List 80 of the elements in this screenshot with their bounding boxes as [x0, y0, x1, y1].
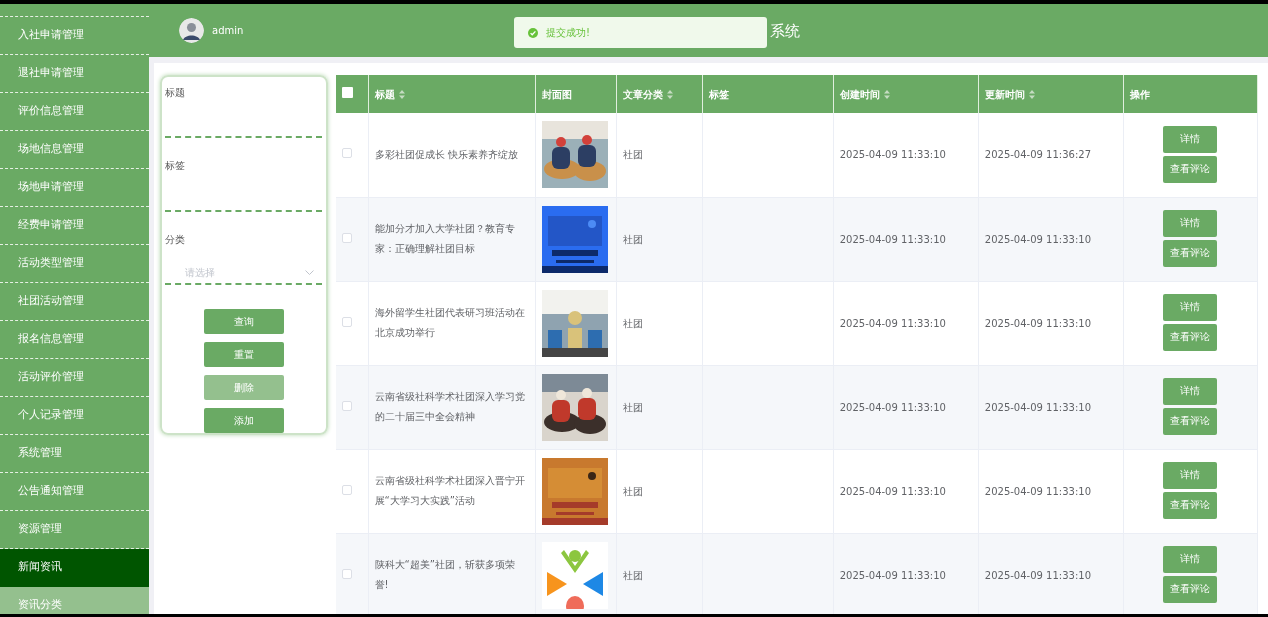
detail-button[interactable]: 详情: [1163, 462, 1218, 489]
article-title: 云南省级社科学术社团深入学习党的二十届三中全会精神: [374, 390, 526, 424]
sidebar-item[interactable]: 公告通知管理: [0, 473, 149, 511]
column-header[interactable]: 标签: [708, 88, 729, 100]
article-title: 能加分才加入大学社团？教育专家：正确理解社团目标: [374, 222, 516, 256]
sort-icon[interactable]: [1028, 90, 1035, 99]
column-header[interactable]: 操作: [1129, 88, 1150, 100]
row-checkbox[interactable]: [342, 400, 352, 411]
system-title: 系统: [770, 21, 800, 42]
sidebar-item[interactable]: 系统管理: [0, 435, 149, 473]
comments-button[interactable]: 查看评论: [1163, 576, 1218, 603]
sidebar-item[interactable]: 评价信息管理: [0, 93, 149, 131]
row-checkbox[interactable]: [342, 148, 352, 159]
search-panel-button[interactable]: 添加: [203, 408, 284, 433]
detail-button[interactable]: 详情: [1163, 125, 1218, 153]
comments-button[interactable]: 查看评论: [1163, 240, 1218, 267]
search-panel-button[interactable]: 查询: [203, 309, 284, 334]
sidebar-item[interactable]: 退社申请管理: [0, 55, 149, 93]
comments-button[interactable]: 查看评论: [1163, 155, 1218, 183]
row-checkbox[interactable]: [342, 232, 352, 243]
comments-button[interactable]: 查看评论: [1163, 408, 1218, 435]
chevron-down-icon: [305, 270, 314, 276]
sidebar-item[interactable]: 场地申请管理: [0, 169, 149, 207]
sidebar-item[interactable]: 社团活动管理: [0, 283, 149, 321]
timestamp-text: 2025-04-09 11:33:10: [984, 401, 1091, 413]
article-title: 海外留学生社团代表研习班活动在北京成功举行: [374, 306, 526, 340]
category-text: 社团: [622, 233, 643, 245]
column-header[interactable]: 标题: [374, 88, 395, 100]
sort-icon[interactable]: [398, 90, 405, 99]
timestamp-text: 2025-04-09 11:33:10: [839, 149, 946, 161]
column-header[interactable]: 创建时间: [839, 88, 880, 100]
field-label: 标题: [165, 86, 186, 100]
detail-button[interactable]: 详情: [1163, 378, 1218, 405]
sidebar-item[interactable]: 场地信息管理: [0, 131, 149, 169]
comments-button[interactable]: 查看评论: [1163, 324, 1218, 351]
user-name: admin: [212, 24, 244, 38]
timestamp-text: 2025-04-09 11:33:10: [984, 485, 1091, 497]
category-text: 社团: [622, 485, 643, 497]
detail-button[interactable]: 详情: [1163, 294, 1218, 321]
column-header[interactable]: 文章分类: [622, 88, 663, 100]
row-checkbox[interactable]: [342, 568, 352, 579]
row-checkbox[interactable]: [342, 316, 352, 327]
sort-icon[interactable]: [666, 90, 673, 99]
sidebar-item[interactable]: 个人记录管理: [0, 397, 149, 435]
timestamp-text: 2025-04-09 11:36:27: [984, 149, 1091, 161]
toast-message: 提交成功!: [546, 26, 590, 40]
avatar: [179, 18, 204, 43]
category-text: 社团: [622, 401, 643, 413]
timestamp-text: 2025-04-09 11:33:10: [839, 485, 946, 497]
sidebar-item[interactable]: 报名信息管理: [0, 321, 149, 359]
detail-button[interactable]: 详情: [1163, 210, 1218, 237]
category-text: 社团: [622, 569, 643, 581]
timestamp-text: 2025-04-09 11:33:10: [839, 401, 946, 413]
timestamp-text: 2025-04-09 11:33:10: [984, 317, 1091, 329]
timestamp-text: 2025-04-09 11:33:10: [984, 233, 1091, 245]
sidebar-item[interactable]: 活动评价管理: [0, 359, 149, 397]
category-text: 社团: [622, 149, 643, 161]
select-all-checkbox[interactable]: [342, 86, 353, 98]
detail-button[interactable]: 详情: [1163, 546, 1218, 573]
timestamp-text: 2025-04-09 11:33:10: [839, 569, 946, 581]
article-title: 云南省级社科学术社团深入晋宁开展“大学习大实践”活动: [374, 474, 526, 508]
sidebar-item[interactable]: 资讯分类: [0, 587, 149, 614]
sort-icon[interactable]: [883, 90, 890, 99]
field-label: 分类: [165, 232, 186, 247]
timestamp-text: 2025-04-09 11:33:10: [839, 317, 946, 329]
sidebar-item[interactable]: 经费申请管理: [0, 207, 149, 245]
category-text: 社团: [622, 317, 643, 329]
article-title: 多彩社团促成长 快乐素养齐绽放: [374, 147, 518, 162]
sidebar-item[interactable]: 新闻资讯: [0, 549, 149, 587]
timestamp-text: 2025-04-09 11:33:10: [839, 233, 946, 245]
timestamp-text: 2025-04-09 11:33:10: [984, 569, 1091, 581]
column-header[interactable]: 更新时间: [984, 88, 1025, 100]
row-checkbox[interactable]: [342, 484, 352, 495]
field-label: 标签: [165, 159, 186, 174]
success-icon: [528, 27, 538, 38]
article-title: 陕科大“超美”社团，斩获多项荣誉!: [374, 558, 516, 592]
column-header[interactable]: 封面图: [541, 88, 572, 100]
search-panel-button[interactable]: 重置: [203, 342, 284, 367]
sidebar-item[interactable]: 活动类型管理: [0, 245, 149, 283]
comments-button[interactable]: 查看评论: [1163, 492, 1218, 519]
